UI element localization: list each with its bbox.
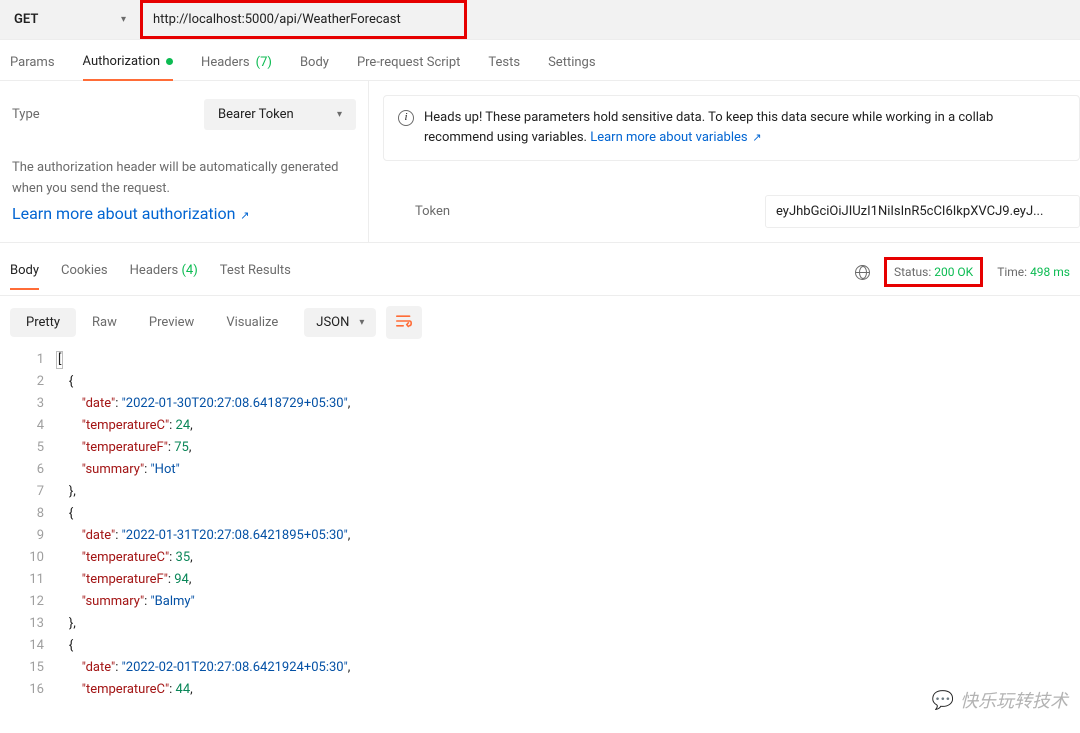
wechat-icon: 💬 (932, 690, 954, 711)
token-label: Token (415, 204, 765, 219)
time-value: 498 ms (1030, 265, 1070, 279)
wrap-lines-icon (396, 314, 412, 328)
learn-more-variables-link[interactable]: Learn more about variables ↗ (590, 130, 761, 145)
info-icon: i (398, 110, 414, 126)
auth-type-value: Bearer Token (218, 107, 294, 122)
response-meta-bar: Body Cookies Headers (4) Test Results St… (0, 243, 1080, 296)
response-body-code[interactable]: 12345678910111213141516 [ { "date": "202… (0, 349, 1080, 701)
wrap-lines-button[interactable] (386, 306, 422, 339)
tab-authorization[interactable]: Authorization (83, 54, 174, 81)
tab-authorization-label: Authorization (83, 54, 161, 69)
status-label: Status: (894, 265, 931, 279)
learn-more-authorization-link[interactable]: Learn more about authorization ↗ (12, 204, 249, 223)
auth-right-column: i Heads up! These parameters hold sensit… (368, 81, 1080, 242)
auth-type-row: Type Bearer Token ▾ (12, 99, 356, 130)
response-view-controls: Pretty Raw Preview Visualize JSON ▾ (0, 296, 1080, 349)
time-group: Time: 498 ms (997, 265, 1070, 279)
token-row: Token eyJhbGciOiJIUzI1NiIsInR5cCI6IkpXVC… (383, 195, 1080, 228)
globe-icon[interactable] (855, 265, 870, 280)
seg-preview[interactable]: Preview (133, 308, 210, 337)
authorization-panel: Type Bearer Token ▾ The authorization he… (0, 81, 1080, 243)
chevron-down-icon: ▾ (121, 14, 126, 25)
view-mode-segment: Pretty Raw Preview Visualize (10, 308, 294, 337)
status-highlight: Status: 200 OK (884, 257, 983, 287)
request-tab-bar: Params Authorization Headers (7) Body Pr… (0, 40, 1080, 81)
seg-visualize[interactable]: Visualize (210, 308, 294, 337)
sensitive-data-notice: i Heads up! These parameters hold sensit… (383, 95, 1080, 161)
response-status-group: Status: 200 OK Time: 498 ms (855, 257, 1070, 295)
tab-pre-request[interactable]: Pre-request Script (357, 54, 460, 80)
watermark-text: 快乐玩转技术 (960, 687, 1068, 713)
external-link-icon: ↗ (750, 131, 762, 144)
url-input-highlight: http://localhost:5000/api/WeatherForecas… (140, 0, 467, 39)
external-link-icon: ↗ (237, 209, 249, 222)
dot-indicator-icon (166, 58, 173, 65)
watermark: 💬 快乐玩转技术 (932, 687, 1068, 713)
line-number-gutter: 12345678910111213141516 (0, 349, 56, 701)
auth-left-column: Type Bearer Token ▾ The authorization he… (0, 81, 368, 242)
tab-settings[interactable]: Settings (548, 54, 595, 80)
tab-headers-label: Headers (201, 55, 250, 70)
seg-pretty[interactable]: Pretty (10, 308, 76, 337)
time-label: Time: (997, 265, 1027, 279)
resp-tab-headers-label: Headers (130, 263, 179, 278)
seg-raw[interactable]: Raw (76, 308, 133, 337)
chevron-down-icon: ▾ (337, 109, 342, 120)
notice-text-wrap: Heads up! These parameters hold sensitiv… (424, 108, 1065, 148)
learn-more-auth-text: Learn more about authorization (12, 204, 235, 223)
learn-more-vars-text: Learn more about variables (590, 130, 747, 145)
tab-headers-count: (7) (256, 55, 272, 70)
http-method-select[interactable]: GET ▾ (0, 0, 140, 39)
resp-tab-body[interactable]: Body (10, 263, 39, 290)
resp-tab-test-results[interactable]: Test Results (220, 263, 291, 289)
response-tab-bar: Body Cookies Headers (4) Test Results (10, 263, 291, 289)
tab-headers[interactable]: Headers (7) (201, 54, 272, 80)
format-select[interactable]: JSON ▾ (304, 308, 376, 337)
status-value: 200 OK (934, 265, 973, 279)
http-method-label: GET (14, 12, 38, 27)
request-bar: GET ▾ http://localhost:5000/api/WeatherF… (0, 0, 1080, 40)
chevron-down-icon: ▾ (359, 317, 364, 328)
auth-type-label: Type (12, 107, 40, 122)
resp-tab-cookies[interactable]: Cookies (61, 263, 108, 289)
format-label: JSON (316, 315, 349, 330)
resp-tab-headers[interactable]: Headers (4) (130, 263, 198, 289)
url-input[interactable]: http://localhost:5000/api/WeatherForecas… (153, 12, 401, 27)
tab-tests[interactable]: Tests (488, 54, 520, 80)
auth-description: The authorization header will be automat… (12, 158, 356, 200)
tab-body[interactable]: Body (300, 54, 329, 80)
token-input[interactable]: eyJhbGciOiJIUzI1NiIsInR5cCI6IkpXVCJ9.eyJ… (765, 195, 1080, 228)
tab-params[interactable]: Params (10, 54, 55, 80)
code-content: [ { "date": "2022-01-30T20:27:08.6418729… (56, 349, 1080, 701)
resp-tab-headers-count: (4) (181, 263, 197, 278)
auth-type-select[interactable]: Bearer Token ▾ (204, 99, 356, 130)
